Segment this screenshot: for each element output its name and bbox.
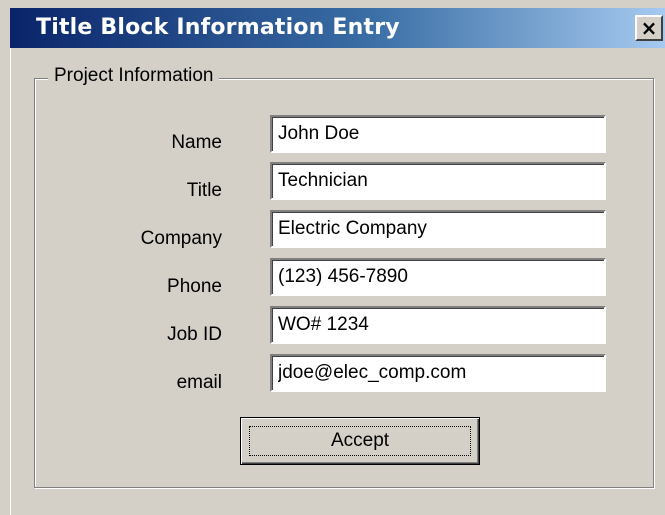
close-icon: × [640,16,658,40]
accept-button-label: Accept [249,426,471,456]
name-label: Name [171,132,222,153]
group-legend: Project Information [48,65,220,87]
company-field[interactable] [270,210,606,248]
close-button[interactable]: × [635,15,663,41]
job-id-field[interactable] [270,306,606,344]
phone-label: Phone [167,276,222,297]
title-label: Title [186,180,222,201]
title-field[interactable] [270,162,606,200]
company-label: Company [140,228,222,249]
accept-button[interactable]: Accept [240,417,480,465]
dialog-window: Title Block Information Entry × Project … [0,0,665,515]
name-field[interactable] [270,115,606,153]
email-field[interactable] [270,354,606,392]
title-bar[interactable]: Title Block Information Entry × [10,8,665,48]
window-title: Title Block Information Entry [36,15,400,40]
job-id-label: Job ID [167,324,222,345]
email-label: email [176,372,222,393]
phone-field[interactable] [270,258,606,296]
